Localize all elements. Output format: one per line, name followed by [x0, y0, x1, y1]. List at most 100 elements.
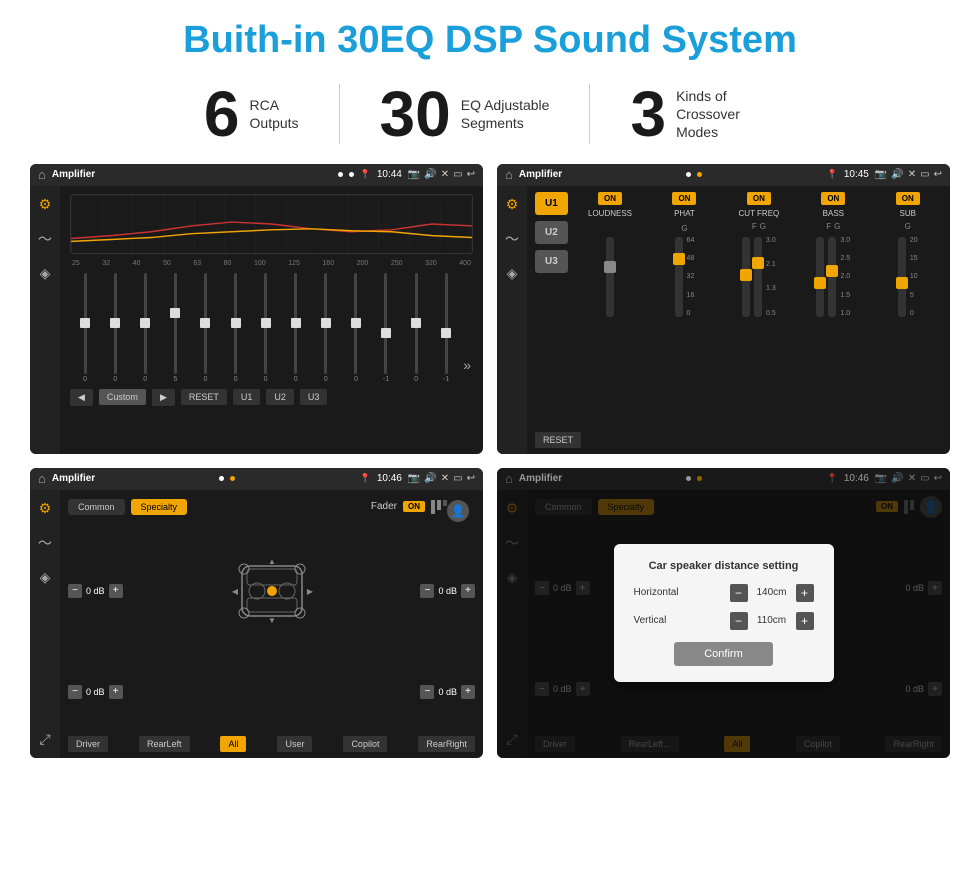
eq-side-icon-2[interactable]: ⚙ [506, 196, 519, 213]
crossover-top: U1 U2 U3 ON LOUDNESS [535, 192, 942, 317]
driver-btn[interactable]: Driver [68, 736, 108, 752]
horizontal-minus-btn[interactable]: − [730, 584, 748, 602]
car-diagram-svg: ▲ ▼ ◀ ▶ [222, 551, 322, 631]
eq-side-icon-3[interactable]: ⚙ [39, 500, 52, 517]
bottom-left-value: 0 dB [86, 687, 105, 697]
slider-13[interactable]: -1 [433, 273, 459, 383]
vertical-minus-btn[interactable]: − [730, 612, 748, 630]
slider-2[interactable]: 0 [102, 273, 128, 383]
fader-screen: ⌂ Amplifier 📍 10:46 📷 🔊 ✕ ▭ ↩ ⚙ 〜 [30, 468, 483, 758]
speaker-side-icon-2[interactable]: ◈ [507, 265, 518, 282]
confirm-button[interactable]: Confirm [674, 642, 773, 666]
eq-expand-icon[interactable]: » [463, 357, 471, 383]
u2-crossover-btn[interactable]: U2 [535, 221, 568, 244]
app-name-2: Amplifier [519, 169, 562, 180]
bottom-right-plus[interactable]: + [461, 685, 475, 699]
wave-side-icon-2[interactable]: 〜 [505, 229, 519, 249]
location-icon-1: 📍 [360, 169, 371, 180]
freq-labels: 25 32 40 50 63 80 100 125 160 200 250 32… [70, 260, 473, 267]
rect-icon-2: ▭ [920, 169, 929, 180]
bass-slider-f[interactable] [816, 237, 824, 317]
vol-icon-3: 🔊 [424, 473, 436, 484]
phat-on-btn[interactable]: ON [672, 192, 696, 205]
slider-1[interactable]: 0 [72, 273, 98, 383]
specialty-tab[interactable]: Specialty [131, 499, 188, 515]
top-right-plus[interactable]: + [461, 584, 475, 598]
u2-btn[interactable]: U2 [266, 389, 294, 405]
bass-label: BASS [823, 209, 844, 218]
slider-3[interactable]: 0 [132, 273, 158, 383]
u1-btn[interactable]: U1 [233, 389, 261, 405]
freq-160: 160 [322, 260, 334, 267]
bottom-left-minus[interactable]: − [68, 685, 82, 699]
dialog-overlay: Car speaker distance setting Horizontal … [497, 468, 950, 758]
fader-top-row: Common Specialty Fader ON 👤 [68, 496, 475, 518]
horizontal-value: 140cm [752, 587, 792, 598]
bottom-right-minus[interactable]: − [420, 685, 434, 699]
eq-content: ⚙ 〜 ◈ [30, 186, 483, 454]
status-icons-1: 📷 🔊 ✕ ▭ ↩ [408, 169, 475, 180]
bottom-left-plus[interactable]: + [109, 685, 123, 699]
loudness-label: LOUDNESS [588, 209, 632, 218]
speaker-side-icon-3[interactable]: ◈ [40, 569, 51, 586]
bass-on-btn[interactable]: ON [821, 192, 845, 205]
reset-btn[interactable]: RESET [181, 389, 227, 405]
top-db-row: − 0 dB + [68, 551, 475, 631]
time-2: 10:45 [844, 169, 869, 180]
top-left-minus[interactable]: − [68, 584, 82, 598]
top-right-minus[interactable]: − [420, 584, 434, 598]
slider-9[interactable]: 0 [313, 273, 339, 383]
vertical-plus-btn[interactable]: + [796, 612, 814, 630]
speaker-icon[interactable]: ◈ [40, 265, 51, 282]
sub-on-btn[interactable]: ON [896, 192, 920, 205]
stat-eq-label: EQ AdjustableSegments [461, 96, 550, 132]
channel-phat: ON PHAT G 64 48 32 16 [650, 192, 718, 317]
cutfreq-on-btn[interactable]: ON [747, 192, 771, 205]
loudness-on-btn[interactable]: ON [598, 192, 622, 205]
copilot-btn[interactable]: Copilot [343, 736, 387, 752]
cutfreq-slider-g[interactable] [754, 237, 762, 317]
next-preset-btn[interactable]: ▶ [152, 389, 175, 406]
phat-slider-g[interactable] [675, 237, 683, 317]
user-btn[interactable]: User [277, 736, 312, 752]
loudness-slider-area [606, 222, 614, 317]
wave-icon[interactable]: 〜 [38, 229, 52, 249]
loudness-slider[interactable] [606, 237, 614, 317]
slider-10[interactable]: 0 [343, 273, 369, 383]
eq-main: 25 32 40 50 63 80 100 125 160 200 250 32… [60, 186, 483, 454]
sub-slider-g[interactable] [898, 237, 906, 317]
wave-side-icon-3[interactable]: 〜 [38, 533, 52, 553]
u3-btn[interactable]: U3 [300, 389, 328, 405]
horizontal-plus-btn[interactable]: + [796, 584, 814, 602]
slider-12[interactable]: 0 [403, 273, 429, 383]
u1-crossover-btn[interactable]: U1 [535, 192, 568, 215]
rearleft-btn[interactable]: RearLeft [139, 736, 190, 752]
svg-text:◀: ◀ [231, 587, 238, 596]
crossover-reset-btn[interactable]: RESET [535, 432, 581, 448]
slider-6[interactable]: 0 [222, 273, 248, 383]
slider-7[interactable]: 0 [253, 273, 279, 383]
slider-8[interactable]: 0 [283, 273, 309, 383]
freq-25: 25 [72, 260, 80, 267]
expand-side-icon-3[interactable]: ⤢ [39, 731, 50, 748]
cutfreq-slider-f[interactable] [742, 237, 750, 317]
u3-crossover-btn[interactable]: U3 [535, 250, 568, 273]
fader-label-area: Fader ON 👤 [371, 496, 475, 518]
top-left-plus[interactable]: + [109, 584, 123, 598]
eq-icon[interactable]: ⚙ [39, 196, 52, 213]
common-tab[interactable]: Common [68, 499, 125, 515]
vol-icon-1: 🔊 [424, 169, 436, 180]
fader-bar-3 [443, 500, 447, 506]
slider-4[interactable]: 5 [162, 273, 188, 383]
camera-icon-1: 📷 [408, 169, 420, 180]
slider-5[interactable]: 0 [192, 273, 218, 383]
rearright-btn[interactable]: RearRight [418, 736, 475, 752]
profile-icon-3[interactable]: 👤 [447, 500, 469, 522]
all-btn[interactable]: All [220, 736, 246, 752]
slider-11[interactable]: -1 [373, 273, 399, 383]
svg-text:▶: ▶ [306, 587, 313, 596]
prev-preset-btn[interactable]: ◀ [70, 389, 93, 406]
sub-label: SUB [900, 209, 916, 218]
bass-slider-g[interactable] [828, 237, 836, 317]
custom-preset-btn[interactable]: Custom [99, 389, 146, 405]
